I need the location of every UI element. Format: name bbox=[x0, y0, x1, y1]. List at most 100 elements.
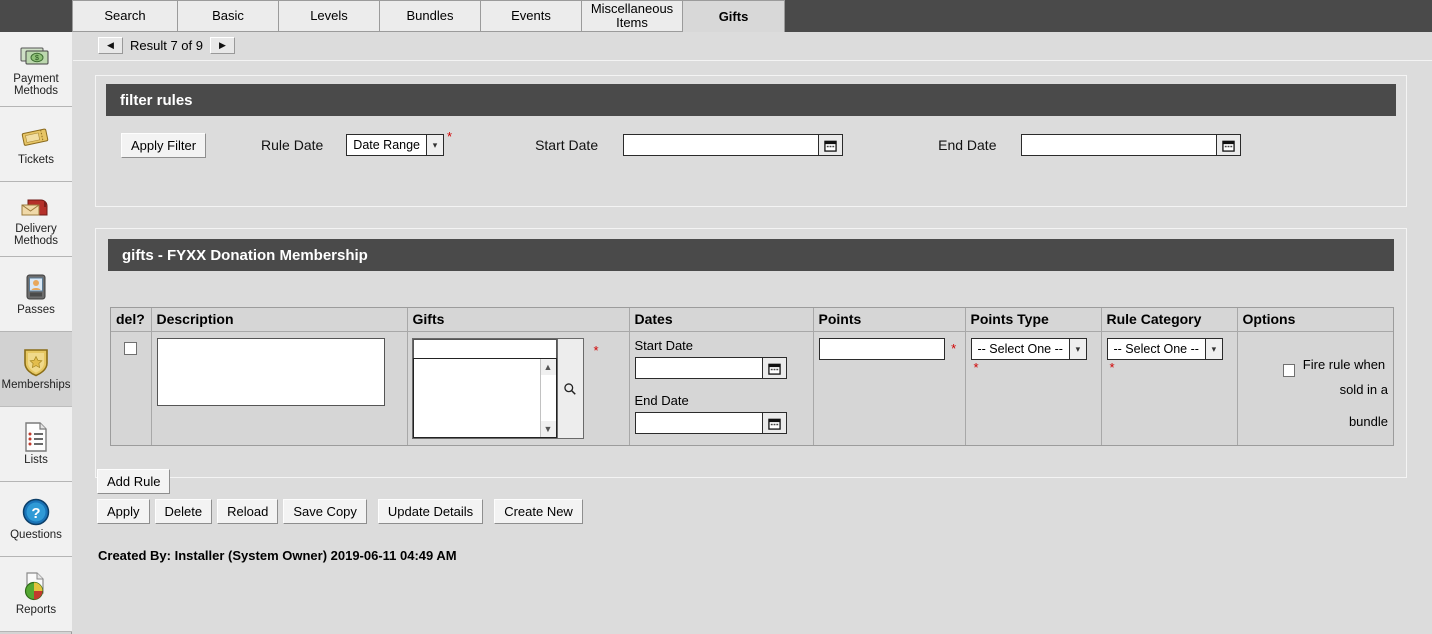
tab-events[interactable]: Events bbox=[481, 0, 582, 32]
rule-date-required-marker: * bbox=[447, 129, 453, 144]
shield-star-icon bbox=[19, 347, 53, 377]
apply-button[interactable]: Apply bbox=[97, 499, 150, 524]
tab-label: Basic bbox=[212, 8, 244, 23]
calendar-icon[interactable] bbox=[1216, 135, 1241, 155]
gift-list-scrollbar[interactable]: ▲ ▼ bbox=[539, 359, 556, 437]
row-end-date-field[interactable] bbox=[634, 412, 787, 434]
column-header-gifts: Gifts bbox=[407, 308, 630, 332]
save-copy-button[interactable]: Save Copy bbox=[283, 499, 367, 524]
rule-date-select[interactable]: Date Range ▾ bbox=[346, 134, 445, 156]
sidebar-item-memberships[interactable]: Memberships bbox=[0, 332, 72, 407]
gifts-required-marker: * bbox=[593, 343, 599, 358]
sidebar-item-label: Memberships bbox=[1, 379, 71, 391]
cell-points-type: -- Select One -- ▾ * bbox=[965, 331, 1102, 445]
tab-basic[interactable]: Basic bbox=[178, 0, 279, 32]
tab-gifts[interactable]: Gifts bbox=[683, 0, 785, 33]
column-header-options: Options bbox=[1237, 308, 1393, 332]
points-type-selected-value: -- Select One -- bbox=[977, 342, 1063, 356]
rule-date-label: Rule Date bbox=[261, 137, 324, 153]
tab-search[interactable]: Search bbox=[72, 0, 178, 32]
gift-picker-columns: ▲ ▼ bbox=[412, 339, 557, 438]
column-header-del: del? bbox=[111, 308, 152, 332]
main-content: ◀ Result 7 of 9 ▶ filter rules Apply Fil… bbox=[73, 32, 1432, 634]
column-header-points: Points bbox=[813, 308, 966, 332]
sidebar-nav: $ Payment Methods Tickets Delivery Methods P… bbox=[0, 32, 72, 634]
column-header-dates: Dates bbox=[629, 308, 814, 332]
gift-search-input[interactable] bbox=[412, 339, 557, 358]
scroll-up-icon[interactable]: ▲ bbox=[540, 359, 556, 375]
reload-button[interactable]: Reload bbox=[217, 499, 279, 524]
delete-button[interactable]: Delete bbox=[154, 499, 213, 524]
pie-chart-icon bbox=[19, 572, 53, 602]
gift-rules-grid: del? Description Gifts Dates Points Poin… bbox=[110, 307, 1394, 446]
tab-bundles[interactable]: Bundles bbox=[380, 0, 481, 32]
tab-label: Search bbox=[104, 8, 146, 23]
created-by-label: Created By: Installer (System Owner) 201… bbox=[98, 548, 457, 563]
rule-category-select[interactable]: -- Select One -- ▾ bbox=[1106, 338, 1223, 360]
tab-bar: Search Basic Levels Bundles Events Miscellane… bbox=[72, 0, 785, 33]
filter-end-date-field[interactable] bbox=[1021, 134, 1242, 156]
sidebar-item-lists[interactable]: Lists bbox=[0, 407, 72, 482]
filter-start-date-field[interactable] bbox=[623, 134, 844, 156]
sidebar-item-passes[interactable]: Passes bbox=[0, 257, 72, 332]
calendar-icon[interactable] bbox=[818, 135, 843, 155]
tab-miscellaneous-items[interactable]: Miscellaneous Items bbox=[582, 0, 683, 32]
sidebar-item-reports[interactable]: Reports bbox=[0, 557, 72, 632]
delete-row-checkbox[interactable] bbox=[124, 342, 138, 355]
create-new-button[interactable]: Create New bbox=[494, 499, 583, 524]
prev-result-button[interactable]: ◀ bbox=[98, 37, 123, 54]
apply-filter-button[interactable]: Apply Filter bbox=[121, 132, 207, 158]
filter-start-date-input[interactable] bbox=[624, 135, 819, 155]
column-header-rule-category: Rule Category bbox=[1101, 308, 1238, 332]
sidebar-item-label: Delivery Methods bbox=[13, 223, 59, 247]
scroll-down-icon[interactable]: ▼ bbox=[540, 421, 556, 437]
cell-rule-category: -- Select One -- ▾ * bbox=[1101, 331, 1238, 445]
chevron-down-icon: ▾ bbox=[1068, 339, 1086, 359]
app-root: Search Basic Levels Bundles Events Miscellane… bbox=[0, 0, 1432, 634]
points-type-required-marker: * bbox=[973, 360, 979, 375]
rule-date-selected-value: Date Range bbox=[353, 138, 421, 152]
result-navigation: ◀ Result 7 of 9 ▶ bbox=[98, 37, 235, 54]
svg-text:?: ? bbox=[31, 505, 40, 522]
points-type-select[interactable]: -- Select One -- ▾ bbox=[970, 338, 1087, 360]
sidebar-item-questions[interactable]: ? Questions bbox=[0, 482, 72, 557]
sidebar-item-label: Lists bbox=[24, 454, 48, 466]
description-textarea[interactable] bbox=[156, 338, 385, 406]
gift-picker: ▲ ▼ bbox=[411, 338, 584, 439]
calendar-icon[interactable] bbox=[761, 358, 786, 378]
add-rule-button[interactable]: Add Rule bbox=[97, 469, 171, 494]
add-rule-row: Add Rule bbox=[97, 469, 171, 494]
row-start-date-input[interactable] bbox=[635, 358, 762, 378]
filter-end-date-input[interactable] bbox=[1022, 135, 1217, 155]
svg-text:$: $ bbox=[35, 55, 39, 62]
search-icon[interactable] bbox=[556, 339, 583, 438]
row-end-date-input[interactable] bbox=[635, 413, 762, 433]
gift-results-listbox[interactable]: ▲ ▼ bbox=[412, 358, 557, 438]
fire-rule-bundle-checkbox[interactable] bbox=[1282, 364, 1295, 377]
update-details-button[interactable]: Update Details bbox=[377, 499, 484, 524]
result-divider bbox=[73, 60, 1432, 61]
question-mark-icon: ? bbox=[19, 497, 53, 527]
tab-label: Levels bbox=[310, 8, 348, 23]
sidebar-item-payment-methods[interactable]: $ Payment Methods bbox=[0, 32, 72, 107]
sidebar-item-delivery-methods[interactable]: Delivery Methods bbox=[0, 182, 72, 257]
tab-label: Bundles bbox=[406, 8, 454, 23]
tab-label: Miscellaneous Items bbox=[590, 1, 674, 30]
sidebar-item-label: Tickets bbox=[18, 154, 54, 166]
money-icon: $ bbox=[19, 41, 53, 71]
calendar-icon[interactable] bbox=[761, 413, 786, 433]
cell-delete bbox=[111, 331, 152, 445]
gifts-panel: gifts - FYXX Donation Membership del? De… bbox=[95, 228, 1407, 478]
points-input[interactable] bbox=[818, 338, 945, 360]
filter-controls-row: Apply Filter Rule Date Date Range ▾ * St… bbox=[96, 116, 1406, 174]
bundle-option-line1: Fire rule when bbox=[1302, 357, 1386, 372]
cell-points: * bbox=[813, 331, 966, 445]
list-document-icon bbox=[19, 422, 53, 452]
row-start-date-field[interactable] bbox=[634, 357, 787, 379]
sidebar-item-label: Questions bbox=[10, 529, 62, 541]
sidebar-item-tickets[interactable]: Tickets bbox=[0, 107, 72, 182]
chevron-down-icon: ▾ bbox=[1204, 339, 1222, 359]
badge-icon bbox=[19, 272, 53, 302]
next-result-button[interactable]: ▶ bbox=[210, 37, 235, 54]
tab-levels[interactable]: Levels bbox=[279, 0, 380, 32]
